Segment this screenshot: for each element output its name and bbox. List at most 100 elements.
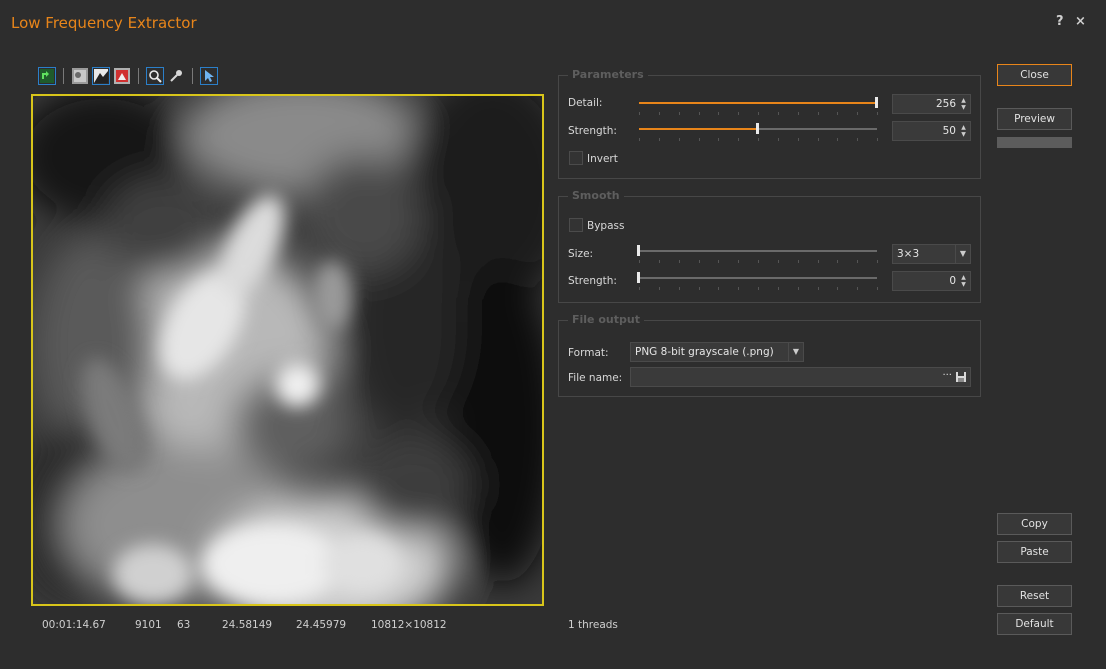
slider-tick — [758, 138, 759, 141]
slider-tick — [857, 287, 859, 290]
slider-tick — [857, 112, 859, 115]
slider-tick — [857, 138, 859, 141]
save-icon[interactable] — [956, 372, 966, 385]
bypass-checkbox[interactable] — [569, 218, 583, 232]
slider-tick — [658, 287, 660, 290]
filename-input[interactable]: ··· — [630, 367, 971, 387]
size-value: 3×3 — [897, 248, 920, 260]
slider-tick — [718, 112, 720, 115]
toolbar-separator — [63, 68, 64, 84]
slider-tick — [817, 112, 819, 115]
strength-spinbox[interactable]: 50 ▲ ▼ — [892, 121, 971, 141]
parameters-title: Parameters — [568, 68, 648, 81]
chevron-down-icon[interactable]: ▼ — [788, 343, 803, 361]
rotate-icon[interactable] — [38, 67, 56, 85]
strength-slider-fill — [639, 128, 758, 130]
size-dropdown[interactable]: 3×3 ▼ — [892, 244, 971, 264]
invert-checkbox[interactable] — [569, 151, 583, 165]
threads-readout: 1 threads — [568, 619, 618, 631]
slider-tick — [877, 287, 878, 290]
format-value: PNG 8-bit grayscale (.png) — [635, 346, 774, 358]
slider-tick — [658, 260, 660, 263]
spin-arrows-icon[interactable]: ▲ ▼ — [959, 97, 968, 111]
slider-tick — [777, 112, 779, 115]
slider-tick — [738, 112, 740, 115]
resolution-readout: 10812×10812 — [371, 619, 447, 631]
smooth-title: Smooth — [568, 189, 624, 202]
default-button[interactable]: Default — [997, 613, 1072, 635]
strength-slider[interactable] — [639, 123, 878, 141]
slider-tick — [817, 287, 819, 290]
spin-arrows-icon[interactable]: ▲ ▼ — [959, 124, 968, 138]
file-output-title: File output — [568, 313, 644, 326]
slider-tick — [698, 112, 700, 115]
pointer-icon[interactable] — [200, 67, 218, 85]
zoom-icon[interactable] — [146, 67, 164, 85]
slider-tick — [777, 260, 779, 263]
smooth-group: Smooth Bypass Size: 3×3 ▼ Strength: 0 ▲ ▼ — [558, 189, 981, 303]
detail-slider-ticks — [639, 112, 878, 115]
slider-tick — [777, 287, 779, 290]
contrast-image-icon[interactable] — [92, 67, 110, 85]
chevron-down-icon[interactable]: ▼ — [955, 245, 970, 263]
status-value-4: 24.45979 — [296, 619, 347, 631]
copy-button[interactable]: Copy — [997, 513, 1072, 535]
slider-tick — [797, 287, 799, 290]
detail-slider-thumb[interactable] — [875, 97, 878, 108]
file-output-group: File output Format: PNG 8-bit grayscale … — [558, 313, 981, 397]
slider-tick — [678, 260, 680, 263]
slider-tick — [837, 287, 839, 290]
size-slider-thumb[interactable] — [637, 245, 640, 256]
slider-tick — [698, 138, 700, 141]
detail-spinbox[interactable]: 256 ▲ ▼ — [892, 94, 971, 114]
slider-tick — [758, 112, 759, 115]
slider-tick — [658, 112, 660, 115]
slider-tick — [797, 112, 799, 115]
bypass-label: Bypass — [587, 220, 625, 232]
size-slider-ticks — [639, 260, 878, 263]
close-button[interactable]: Close — [997, 64, 1072, 86]
strength-slider-ticks — [639, 138, 878, 141]
slider-tick — [738, 287, 740, 290]
format-dropdown[interactable]: PNG 8-bit grayscale (.png) ▼ — [630, 342, 804, 362]
elapsed-time: 00:01:14.67 — [42, 619, 106, 631]
slider-tick — [837, 260, 839, 263]
help-button[interactable]: ? — [1056, 14, 1064, 29]
preview-toolbar — [38, 66, 218, 86]
slider-tick — [658, 138, 660, 141]
slider-tick — [837, 138, 839, 141]
browse-button[interactable]: ··· — [942, 370, 952, 381]
red-image-icon[interactable] — [113, 67, 131, 85]
window-title: Low Frequency Extractor — [11, 14, 197, 32]
smooth-strength-slider-thumb[interactable] — [637, 272, 640, 283]
preview-button[interactable]: Preview — [997, 108, 1072, 130]
slider-tick — [718, 287, 720, 290]
smooth-strength-spinbox[interactable]: 0 ▲ ▼ — [892, 271, 971, 291]
spin-arrows-icon[interactable]: ▲ ▼ — [959, 274, 968, 288]
strength-label: Strength: — [568, 125, 617, 137]
slider-tick — [678, 287, 680, 290]
detail-slider[interactable] — [639, 97, 878, 115]
slider-tick — [797, 138, 799, 141]
slider-tick — [738, 260, 740, 263]
slider-tick — [877, 112, 878, 115]
slider-tick — [877, 260, 878, 263]
heightmap-preview[interactable] — [31, 94, 544, 606]
smooth-strength-slider-ticks — [639, 287, 878, 290]
eyedropper-icon[interactable] — [167, 67, 185, 85]
slider-tick — [718, 260, 720, 263]
status-value-3: 24.58149 — [222, 619, 273, 631]
grayscale-image-icon[interactable] — [71, 67, 89, 85]
strength-value: 50 — [942, 125, 956, 137]
slider-tick — [797, 260, 799, 263]
close-window-button[interactable]: × — [1075, 14, 1086, 29]
slider-tick — [639, 112, 640, 115]
paste-button[interactable]: Paste — [997, 541, 1072, 563]
smooth-strength-slider[interactable] — [637, 272, 878, 290]
size-slider[interactable] — [637, 245, 878, 263]
slider-tick — [758, 287, 759, 290]
strength-slider-thumb[interactable] — [756, 123, 759, 134]
smooth-strength-value: 0 — [949, 275, 956, 287]
reset-button[interactable]: Reset — [997, 585, 1072, 607]
slider-tick — [758, 260, 759, 263]
